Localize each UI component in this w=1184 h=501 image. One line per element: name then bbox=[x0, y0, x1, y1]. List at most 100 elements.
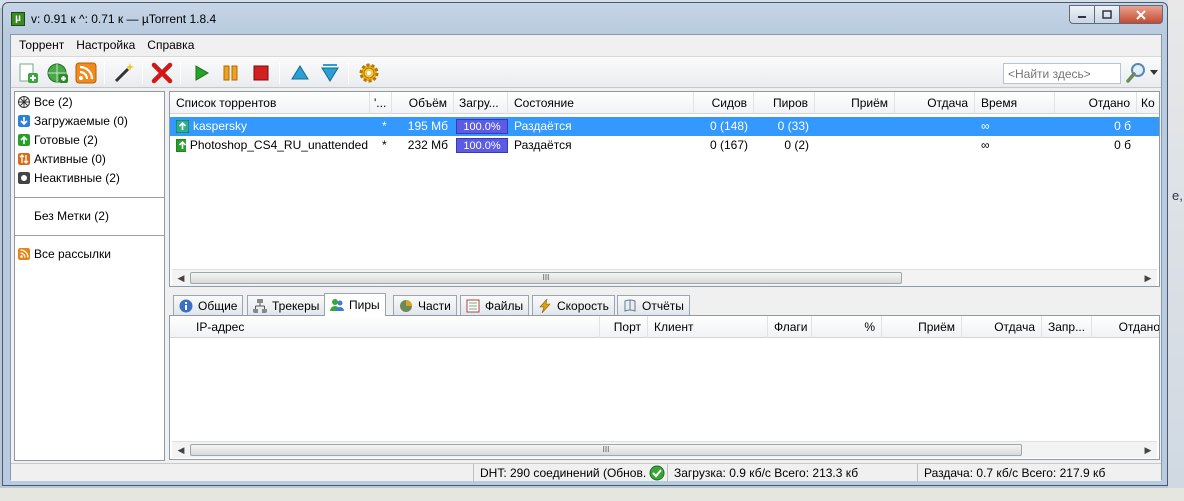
tab-logger-label: Отчёты bbox=[642, 298, 684, 313]
col-peers[interactable]: Пиров bbox=[754, 92, 815, 114]
category-downloading-label: Загружаемые (0) bbox=[34, 114, 128, 128]
status-dht: DHT: 290 соединений (Обнов. bbox=[473, 464, 648, 482]
tab-pieces[interactable]: Части bbox=[393, 295, 457, 315]
col-progress[interactable]: Загру... bbox=[454, 92, 508, 114]
create-torrent-button[interactable] bbox=[112, 61, 136, 85]
torrent-name: kaspersky bbox=[193, 119, 248, 133]
network-ok-icon[interactable] bbox=[649, 465, 665, 481]
scroll-thumb[interactable]: III bbox=[190, 272, 902, 284]
menu-torrent[interactable]: Торрент bbox=[13, 36, 70, 54]
tab-peers[interactable]: Пиры bbox=[324, 293, 386, 316]
scroll-left-arrow[interactable]: ◀ bbox=[174, 271, 188, 285]
label-no-label[interactable]: Без Метки (2) bbox=[34, 207, 109, 225]
remove-button[interactable] bbox=[150, 61, 174, 85]
col-size[interactable]: Объём bbox=[392, 92, 454, 114]
col-peer-up[interactable]: Отдача bbox=[962, 316, 1042, 338]
torrent-down-speed bbox=[815, 117, 895, 136]
torrent-eta: ∞ bbox=[981, 138, 990, 152]
col-percent[interactable]: % bbox=[812, 316, 882, 338]
status-upload: Раздача: 0.7 кб/с Всего: 217.9 кб bbox=[917, 464, 1163, 482]
peers-list-hscrollbar[interactable]: ◀ III ▶ bbox=[172, 441, 1157, 458]
torrent-size: 195 Мб bbox=[407, 119, 448, 133]
title-bar[interactable]: µ v: 0.91 к ^: 0.71 к — µTorrent 1.8.4 bbox=[3, 3, 1167, 33]
tab-trackers[interactable]: Трекеры bbox=[247, 295, 326, 315]
tab-general-label: Общие bbox=[198, 298, 238, 313]
search-input[interactable] bbox=[1003, 63, 1121, 84]
torrent-seeds: 0 (148) bbox=[709, 119, 748, 133]
torrent-row[interactable]: Photoshop_CS4_RU_unattended * 232 Мб 100… bbox=[170, 136, 1159, 155]
category-all-label: Все (2) bbox=[34, 95, 73, 109]
add-url-button[interactable] bbox=[46, 61, 70, 85]
start-button[interactable] bbox=[189, 61, 213, 85]
maximize-button[interactable] bbox=[1094, 5, 1120, 24]
category-inactive[interactable]: Неактивные (2) bbox=[18, 169, 120, 187]
torrent-status: Раздаётся bbox=[514, 138, 572, 152]
label-no-label-text: Без Метки (2) bbox=[34, 209, 109, 223]
category-active[interactable]: Активные (0) bbox=[18, 150, 106, 168]
torrent-queue: * bbox=[382, 119, 387, 133]
tab-speed[interactable]: Скорость bbox=[532, 295, 615, 315]
search-icon bbox=[1126, 63, 1145, 83]
col-uploaded[interactable]: Отдано bbox=[1055, 92, 1137, 114]
search-button[interactable] bbox=[1125, 61, 1149, 85]
feed-all-label: Все рассылки bbox=[34, 247, 111, 261]
torrent-up-speed bbox=[895, 136, 975, 155]
torrent-down-speed bbox=[815, 136, 895, 155]
utorrent-logo-icon[interactable]: µ bbox=[11, 12, 25, 26]
scroll-right-arrow[interactable]: ▶ bbox=[1141, 443, 1155, 457]
torrent-size: 232 Мб bbox=[407, 138, 448, 152]
minimize-icon bbox=[1078, 15, 1086, 18]
col-ip[interactable]: IP-адрес bbox=[190, 316, 600, 338]
col-seeds[interactable]: Сидов bbox=[694, 92, 754, 114]
tab-general[interactable]: Общие bbox=[173, 295, 244, 315]
category-all[interactable]: Все (2) bbox=[18, 93, 73, 111]
category-complete[interactable]: Готовые (2) bbox=[18, 131, 98, 149]
col-peer-down[interactable]: Приём bbox=[882, 316, 962, 338]
scroll-thumb[interactable]: III bbox=[190, 444, 1022, 456]
add-torrent-button[interactable] bbox=[16, 61, 40, 85]
col-peer-uploaded[interactable]: Отдано bbox=[1092, 316, 1159, 338]
close-button[interactable] bbox=[1119, 5, 1163, 24]
stop-button[interactable] bbox=[249, 61, 273, 85]
col-queue[interactable]: '... bbox=[370, 92, 392, 114]
torrent-seeds: 0 (167) bbox=[709, 138, 748, 152]
feed-all[interactable]: Все рассылки bbox=[18, 245, 111, 263]
col-down-speed[interactable]: Приём bbox=[815, 92, 895, 114]
seeding-icon bbox=[176, 139, 186, 152]
col-ratio[interactable]: Ко bbox=[1137, 92, 1159, 114]
scroll-right-arrow[interactable]: ▶ bbox=[1141, 271, 1155, 285]
col-port[interactable]: Порт bbox=[600, 316, 648, 338]
col-client[interactable]: Клиент bbox=[648, 316, 768, 338]
menu-settings[interactable]: Настройка bbox=[70, 36, 141, 54]
torrent-list-header: Список торрентов '... Объём Загру... Сос… bbox=[170, 92, 1159, 114]
torrent-list-hscrollbar[interactable]: ◀ III ▶ bbox=[172, 269, 1157, 286]
pause-button[interactable] bbox=[219, 61, 243, 85]
arrow-up-icon bbox=[291, 65, 309, 80]
col-status[interactable]: Состояние bbox=[508, 92, 694, 114]
sidebar-divider bbox=[15, 235, 164, 236]
chevron-down-icon bbox=[1150, 70, 1158, 75]
col-requests[interactable]: Запр... bbox=[1042, 316, 1092, 338]
minimize-button[interactable] bbox=[1069, 5, 1095, 24]
rss-icon bbox=[75, 62, 97, 84]
scroll-left-arrow[interactable]: ◀ bbox=[174, 443, 188, 457]
menu-help[interactable]: Справка bbox=[141, 36, 200, 54]
stop-icon bbox=[253, 65, 269, 81]
col-eta[interactable]: Время bbox=[975, 92, 1055, 114]
move-up-button[interactable] bbox=[288, 61, 312, 85]
col-flags[interactable]: Флаги bbox=[768, 316, 812, 338]
desktop-background-bottom bbox=[0, 488, 1184, 501]
log-icon bbox=[624, 299, 636, 312]
col-name[interactable]: Список торрентов bbox=[170, 92, 370, 114]
torrent-row[interactable]: kaspersky * 195 Мб 100.0% Раздаётся 0 (1… bbox=[170, 117, 1159, 136]
category-downloading[interactable]: Загружаемые (0) bbox=[18, 112, 128, 130]
rss-button[interactable] bbox=[74, 61, 98, 85]
torrent-peers: 0 (2) bbox=[784, 138, 809, 152]
search-dropdown-button[interactable] bbox=[1147, 61, 1161, 85]
preferences-button[interactable] bbox=[357, 61, 381, 85]
col-up-speed[interactable]: Отдача bbox=[895, 92, 975, 114]
move-down-button[interactable] bbox=[318, 61, 342, 85]
info-icon bbox=[179, 299, 193, 312]
tab-logger[interactable]: Отчёты bbox=[617, 295, 690, 315]
tab-files[interactable]: Файлы bbox=[460, 295, 530, 315]
